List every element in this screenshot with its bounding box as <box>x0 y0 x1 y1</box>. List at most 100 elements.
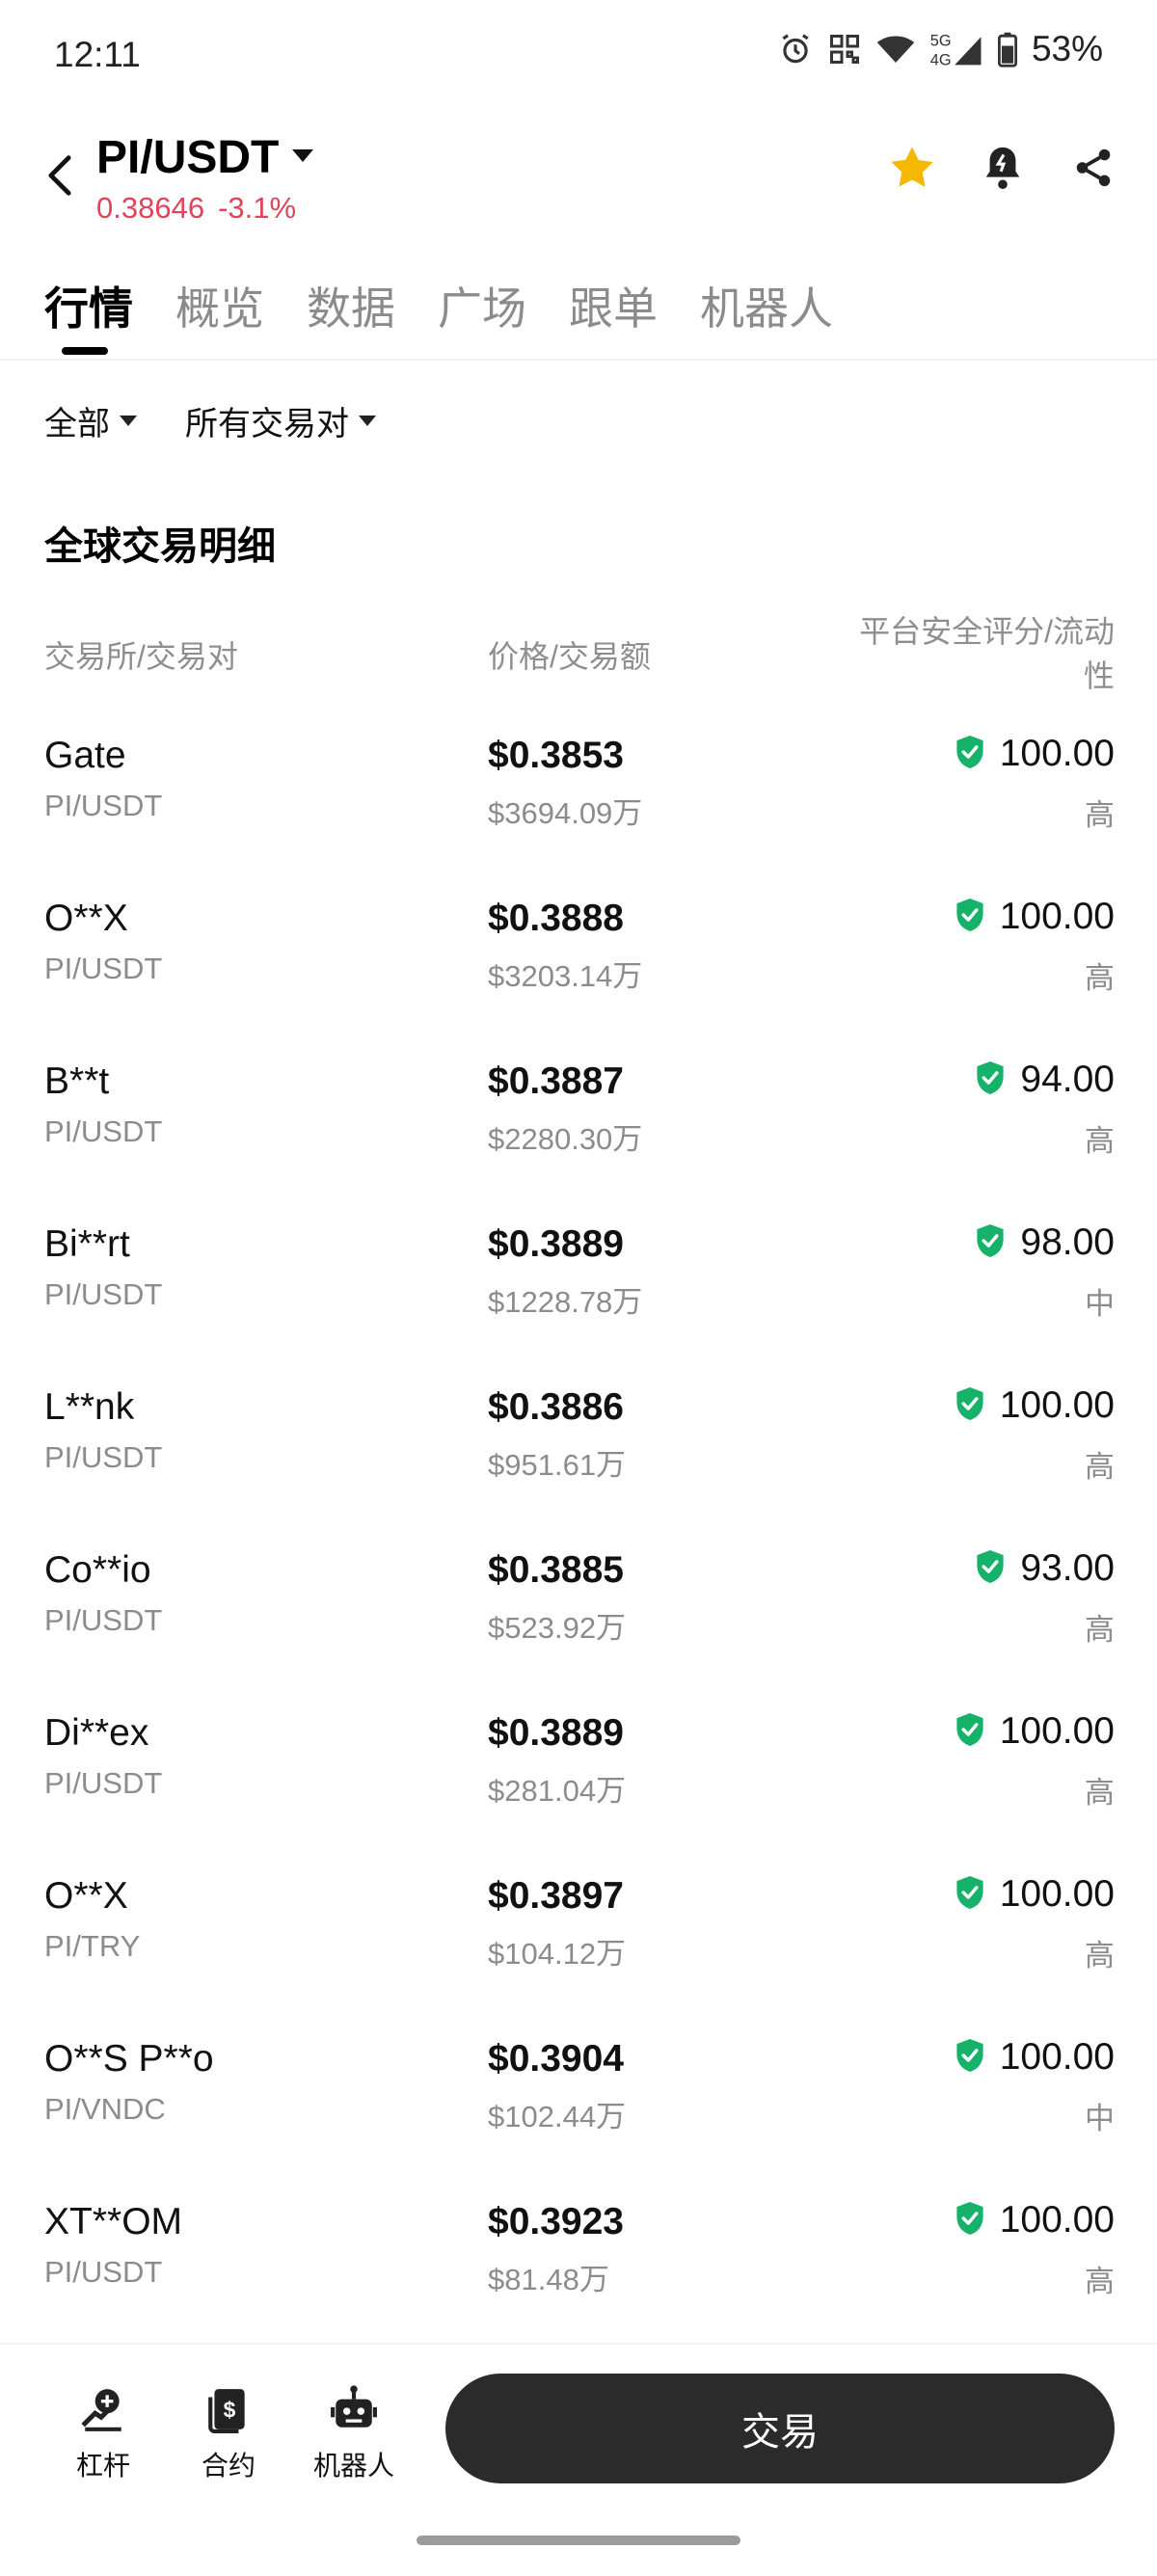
star-icon <box>891 147 933 187</box>
favorite-button[interactable] <box>887 143 937 193</box>
nav-robot-label: 机器人 <box>312 2451 394 2481</box>
tab-bots[interactable]: 机器人 <box>700 274 833 337</box>
column-price: 价格/交易额 <box>488 639 651 674</box>
row-price: $0.3853 <box>488 735 624 776</box>
caret-down-icon <box>120 416 137 426</box>
status-time: 12:11 <box>54 35 141 74</box>
table-row[interactable]: Bi**rt PI/USDT $0.3889 $1228.78万 98.00 中 <box>44 1214 1115 1377</box>
last-price: 0.38646 <box>96 191 205 225</box>
liquidity-level: 高 <box>1085 1450 1115 1484</box>
tab-data[interactable]: 数据 <box>307 274 395 337</box>
pair-selector[interactable]: PI/USDT <box>96 131 315 184</box>
wifi-icon <box>875 32 916 67</box>
shield-check-icon <box>974 1222 1007 1264</box>
score-value: 100.00 <box>999 733 1115 774</box>
filter-row: 全部 所有交易对 <box>44 397 376 444</box>
nav-robot[interactable]: 机器人 <box>301 2383 407 2483</box>
exchange-name: Gate <box>44 735 126 776</box>
table-row[interactable]: Co**io PI/USDT $0.3885 $523.92万 93.00 高 <box>44 1540 1115 1703</box>
pair-header: PI/USDT 0.38646 -3.1% <box>0 116 1157 231</box>
column-exchange: 交易所/交易对 <box>44 639 238 674</box>
header-actions <box>887 143 1118 193</box>
exchange-pair: PI/TRY <box>44 1929 141 1963</box>
home-indicator[interactable] <box>417 2536 740 2545</box>
shield-check-icon <box>954 1874 986 1916</box>
table-row[interactable]: O**S P**o PI/VNDC $0.3904 $102.44万 100.0… <box>44 2028 1115 2191</box>
price-change: 0.38646 -3.1% <box>96 191 296 226</box>
section-title: 全球交易明细 <box>44 525 276 568</box>
battery-percent: 53% <box>1031 29 1103 68</box>
table-row[interactable]: Gate PI/USDT $0.3853 $3694.09万 100.00 高 <box>44 725 1115 888</box>
share-button[interactable] <box>1068 143 1118 193</box>
nav-leverage[interactable]: 杠杆 <box>50 2383 156 2483</box>
status-icons: 5G 4G 53% <box>777 29 1103 69</box>
nav-contract[interactable]: $ 合约 <box>175 2383 282 2483</box>
table-row[interactable]: O**X PI/TRY $0.3897 $104.12万 100.00 高 <box>44 1865 1115 2028</box>
score-value: 100.00 <box>999 2036 1115 2078</box>
tab-overview[interactable]: 概览 <box>175 274 264 337</box>
liquidity-level: 高 <box>1085 961 1115 995</box>
security-score: 100.00 <box>954 896 1115 938</box>
column-score: 平台安全评分/流动 性 <box>796 609 1115 698</box>
exchange-name: Bi**rt <box>44 1223 130 1265</box>
table-row[interactable]: O**X PI/USDT $0.3888 $3203.14万 100.00 高 <box>44 888 1115 1051</box>
svg-text:$: $ <box>224 2397 236 2422</box>
shield-check-icon <box>954 2037 986 2079</box>
tab-square[interactable]: 广场 <box>438 274 526 337</box>
back-button[interactable] <box>39 145 81 206</box>
table-row[interactable]: B**t PI/USDT $0.3887 $2280.30万 94.00 高 <box>44 1051 1115 1214</box>
liquidity-level: 中 <box>1085 2102 1115 2135</box>
svg-text:5G: 5G <box>930 32 952 49</box>
security-score: 100.00 <box>954 1710 1115 1753</box>
leverage-icon <box>77 2383 129 2435</box>
security-score: 93.00 <box>974 1547 1115 1590</box>
row-volume: $104.12万 <box>488 1937 627 1971</box>
table-row[interactable]: Di**ex PI/USDT $0.3889 $281.04万 100.00 高 <box>44 1703 1115 1865</box>
change-percent: -3.1% <box>218 191 297 225</box>
liquidity-level: 高 <box>1085 1939 1115 1972</box>
shield-check-icon <box>974 1060 1007 1101</box>
security-score: 100.00 <box>954 2036 1115 2079</box>
nav-leverage-label: 杠杆 <box>75 2451 130 2481</box>
table-row[interactable]: XT**OM PI/USDT $0.3923 $81.48万 100.00 高 <box>44 2191 1115 2354</box>
security-score: 100.00 <box>954 733 1115 775</box>
row-price: $0.3885 <box>488 1549 624 1591</box>
share-icon <box>1076 148 1111 187</box>
status-bar: 12:11 5G 4G 53% <box>0 0 1157 116</box>
bell-icon <box>985 147 1020 190</box>
shield-check-icon <box>954 1385 986 1427</box>
alert-button[interactable] <box>978 143 1028 193</box>
row-price: $0.3886 <box>488 1386 624 1428</box>
shield-check-icon <box>954 897 986 938</box>
tab-market[interactable]: 行情 <box>44 274 133 337</box>
exchange-name: O**S P**o <box>44 2038 214 2080</box>
score-value: 98.00 <box>1020 1221 1115 1263</box>
column-score-line2: 性 <box>1083 658 1115 693</box>
filter-pairs[interactable]: 所有交易对 <box>185 397 376 444</box>
liquidity-level: 高 <box>1085 2265 1115 2298</box>
row-price: $0.3889 <box>488 1712 624 1754</box>
exchange-pair: PI/USDT <box>44 952 163 985</box>
score-value: 93.00 <box>1020 1547 1115 1589</box>
exchange-name: O**X <box>44 1875 128 1917</box>
pair-title: PI/USDT <box>96 132 280 183</box>
row-volume: $281.04万 <box>488 1774 627 1808</box>
signal-5g-4g-icon: 5G 4G <box>929 30 983 68</box>
security-score: 100.00 <box>954 1384 1115 1427</box>
shield-check-icon <box>954 2200 986 2241</box>
table-header: 交易所/交易对 价格/交易额 平台安全评分/流动 性 <box>44 609 1115 696</box>
row-volume: $81.48万 <box>488 2263 609 2296</box>
exchange-name: XT**OM <box>44 2201 183 2242</box>
score-value: 100.00 <box>999 896 1115 937</box>
score-value: 100.00 <box>999 1384 1115 1426</box>
row-price: $0.3888 <box>488 898 624 939</box>
exchange-pair: PI/USDT <box>44 1440 163 1474</box>
trade-button[interactable]: 交易 <box>445 2374 1115 2483</box>
tab-copy-trading[interactable]: 跟单 <box>569 274 658 337</box>
liquidity-level: 高 <box>1085 798 1115 832</box>
nfc-icon <box>827 32 862 67</box>
table-row[interactable]: L**nk PI/USDT $0.3886 $951.61万 100.00 高 <box>44 1377 1115 1540</box>
filter-all[interactable]: 全部 <box>44 397 137 444</box>
liquidity-level: 高 <box>1085 1613 1115 1647</box>
tab-bar: 行情 概览 数据 广场 跟单 机器人 <box>0 260 1157 361</box>
